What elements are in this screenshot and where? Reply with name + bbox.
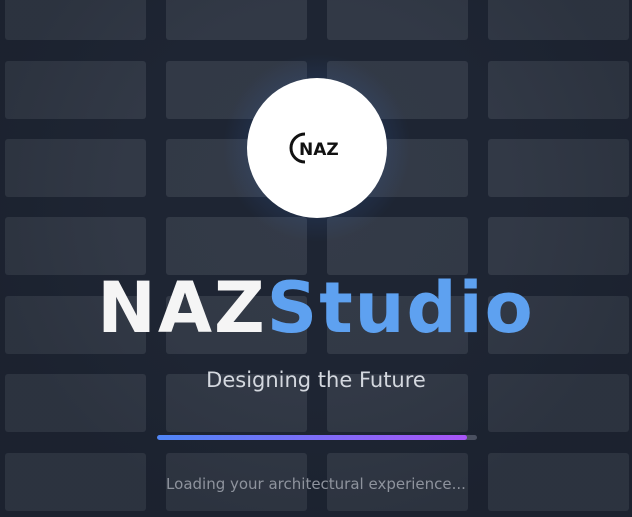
background-tile — [488, 139, 629, 197]
background-tile — [488, 0, 629, 40]
naz-logo-icon: NAZ — [288, 129, 339, 167]
background-tile — [488, 61, 629, 119]
loading-status-text: Loading your architectural experience... — [166, 475, 466, 493]
tagline: Designing the Future — [206, 368, 426, 392]
logo-badge: NAZ — [247, 78, 387, 218]
background-tile — [5, 0, 146, 40]
loading-screen: NAZ NAZStudio Designing the Future Loadi… — [0, 0, 632, 517]
loading-progress-fill — [157, 435, 468, 440]
loading-progress-bar — [157, 435, 477, 440]
brand-title-part2: Studio — [266, 267, 535, 349]
background-tile — [166, 0, 307, 40]
background-tile — [5, 61, 146, 119]
background-tile — [5, 139, 146, 197]
brand-title: NAZStudio — [0, 262, 632, 354]
brand-title-part1: NAZ — [97, 267, 267, 349]
svg-text:NAZ: NAZ — [299, 140, 339, 160]
background-tile — [327, 0, 468, 40]
